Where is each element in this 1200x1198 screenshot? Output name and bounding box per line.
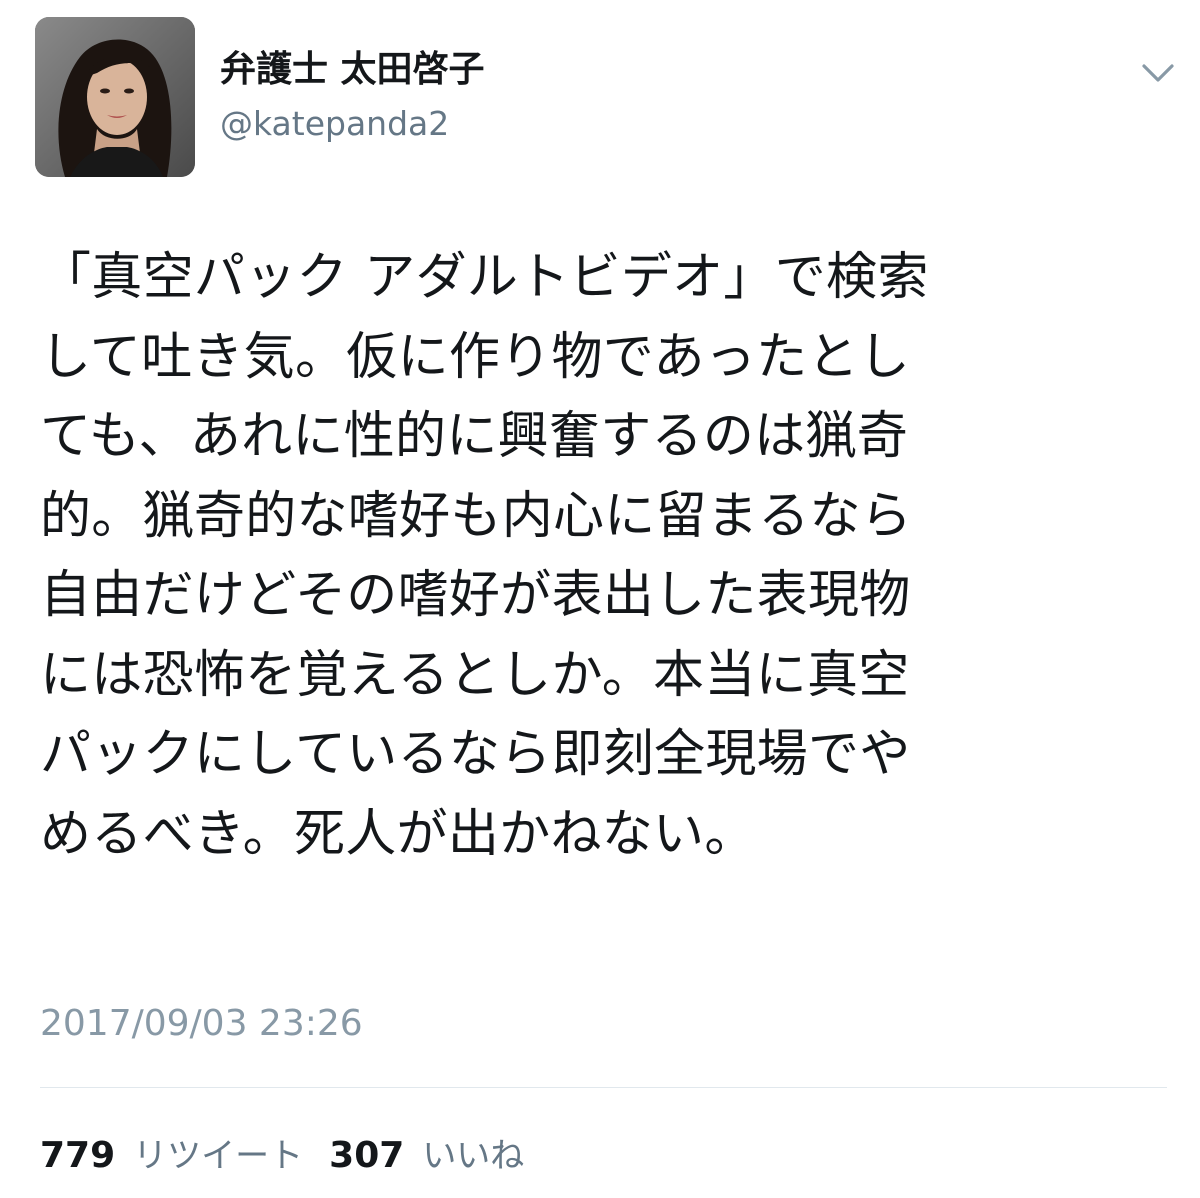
retweet-count: 779 [40, 1135, 116, 1176]
tweet-card: 弁護士 太田啓子 @katepanda2 「真空パック アダルトビデオ」で検索 … [0, 0, 1200, 1198]
tweet-text-line: 的。猟奇的な嗜好も内心に留まるなら [40, 486, 913, 546]
chevron-down-icon[interactable] [1138, 58, 1178, 88]
retweet-stat[interactable]: 779 リツイート [40, 1128, 303, 1177]
divider [40, 1087, 1167, 1088]
tweet-stats: 779 リツイート 307 いいね [40, 1128, 550, 1178]
tweet-text-line: パックにしているなら即刻全現場でや [40, 725, 911, 784]
like-stat[interactable]: 307 いいね [329, 1128, 524, 1177]
tweet-text-line: めるべき。死人が出かねない。 [40, 804, 756, 864]
retweet-label: リツイート [133, 1136, 304, 1176]
tweet-text: 「真空パック アダルトビデオ」で検索 して吐き気。仮に作り物であったとし ても、… [40, 238, 1165, 874]
like-count: 307 [329, 1135, 405, 1176]
like-label: いいね [422, 1136, 525, 1176]
tweet-timestamp[interactable]: 2017/09/03 23:26 [40, 1000, 363, 1048]
avatar[interactable] [35, 17, 195, 177]
tweet-text-line: して吐き気。仮に作り物であったとし [40, 327, 911, 387]
display-name[interactable]: 弁護士 太田啓子 [220, 48, 485, 92]
tweet-text-line: ても、あれに性的に興奮するのは猟奇 [40, 407, 909, 466]
user-handle[interactable]: @katepanda2 [220, 104, 449, 144]
avatar-image [35, 17, 195, 177]
tweet-text-line: 「真空パック アダルトビデオ」で検索 [40, 248, 929, 307]
tweet-text-line: には恐怖を覚えるとしか。本当に真空 [40, 645, 910, 705]
tweet-text-line: 自由だけどその嗜好が表出した表現物 [40, 566, 911, 625]
